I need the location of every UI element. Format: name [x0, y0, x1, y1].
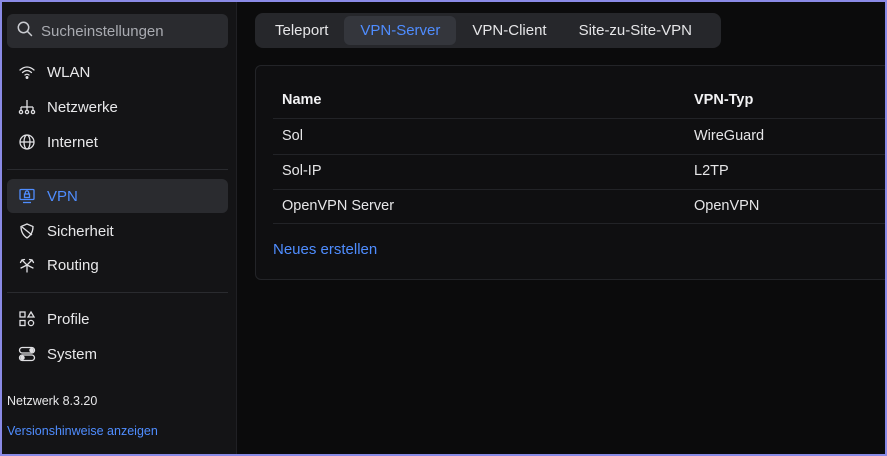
- sidebar-item-vpn[interactable]: VPN: [7, 179, 228, 213]
- tab-bar: Teleport VPN-Server VPN-Client Site-zu-S…: [255, 13, 721, 48]
- tab-site-to-site-vpn[interactable]: Site-zu-Site-VPN: [563, 16, 708, 45]
- sidebar-divider: [7, 169, 228, 170]
- profiles-icon: [17, 309, 37, 329]
- row-divider: [273, 223, 887, 224]
- release-notes-link[interactable]: Versionshinweise anzeigen: [7, 424, 158, 438]
- globe-icon: [17, 132, 37, 152]
- sidebar-item-label: Sicherheit: [47, 222, 114, 240]
- sidebar: Sucheinstellungen WLAN Netzwerke Interne…: [2, 2, 237, 454]
- vpn-icon: [17, 186, 37, 206]
- network-icon: [17, 97, 37, 117]
- sidebar-item-label: System: [47, 345, 98, 363]
- shield-icon: [17, 221, 37, 241]
- sidebar-item-label: Internet: [47, 133, 98, 151]
- sidebar-item-sicherheit[interactable]: Sicherheit: [7, 214, 228, 248]
- search-input[interactable]: Sucheinstellungen: [7, 14, 228, 48]
- toggle-icon: [17, 344, 37, 364]
- row-divider: [273, 189, 887, 190]
- sidebar-item-netzwerke[interactable]: Netzwerke: [7, 90, 228, 124]
- sidebar-item-label: Profile: [47, 310, 90, 328]
- sidebar-item-system[interactable]: System: [7, 337, 228, 371]
- sidebar-item-label: Routing: [47, 256, 99, 274]
- sidebar-item-label: Netzwerke: [47, 98, 118, 116]
- row-divider: [273, 154, 887, 155]
- sidebar-item-profile[interactable]: Profile: [7, 302, 228, 336]
- table-cell-vpn-type: L2TP: [694, 163, 729, 179]
- table-cell-name[interactable]: Sol-IP: [282, 163, 322, 179]
- routing-icon: [17, 255, 37, 275]
- search-icon: [17, 21, 41, 41]
- table-cell-name[interactable]: OpenVPN Server: [282, 198, 394, 214]
- wifi-icon: [17, 62, 37, 82]
- sidebar-item-internet[interactable]: Internet: [7, 125, 228, 159]
- column-header-vpn-type: VPN-Typ: [694, 92, 754, 108]
- create-new-link[interactable]: Neues erstellen: [273, 241, 377, 258]
- sidebar-item-wlan[interactable]: WLAN: [7, 55, 228, 89]
- table-cell-name[interactable]: Sol: [282, 128, 303, 144]
- tab-vpn-server[interactable]: VPN-Server: [344, 16, 457, 45]
- column-header-name: Name: [282, 92, 322, 108]
- version-label: Netzwerk 8.3.20: [7, 394, 98, 408]
- sidebar-item-label: WLAN: [47, 63, 91, 81]
- sidebar-item-routing[interactable]: Routing: [7, 248, 228, 282]
- row-divider: [273, 118, 887, 119]
- sidebar-item-label: VPN: [47, 187, 78, 205]
- sidebar-divider: [7, 292, 228, 293]
- table-cell-vpn-type: OpenVPN: [694, 198, 760, 214]
- tab-teleport[interactable]: Teleport: [259, 16, 344, 45]
- table-cell-vpn-type: WireGuard: [694, 128, 765, 144]
- search-placeholder: Sucheinstellungen: [41, 22, 164, 40]
- tab-vpn-client[interactable]: VPN-Client: [456, 16, 562, 45]
